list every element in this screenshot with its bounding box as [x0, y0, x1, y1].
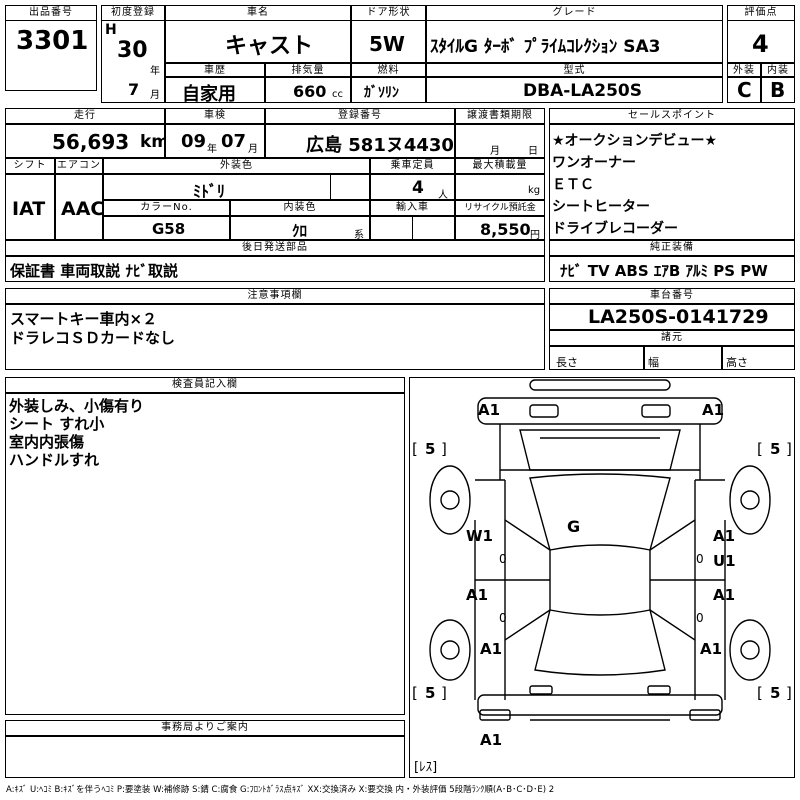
ac-label: エアコン: [55, 158, 103, 174]
sales-point: シートヒーター: [552, 199, 650, 215]
post-parts: 保証書 車両取説 ﾅﾋﾞ取説: [10, 262, 178, 280]
interior-grade: B: [770, 78, 786, 102]
inspection-month-unit: 月: [248, 144, 258, 155]
sales-point: ＥＴＣ: [552, 177, 594, 193]
first-reg-label: 初度登録: [101, 5, 165, 21]
door-label: ドア形状: [351, 5, 426, 21]
plate-number: 広島 581ヌ4430: [306, 135, 454, 156]
recycle-fee: 8,550: [480, 220, 531, 239]
lot-label: 出品番号: [5, 5, 97, 21]
import-divider: [412, 216, 413, 240]
legend: A:ｷｽﾞ U:ﾍｺﾐ B:ｷｽﾞを伴うﾍｺﾐ P:要塗装 W:補修跡 S:錆 …: [6, 785, 555, 795]
grade: ｽﾀｲﾙG ﾀｰﾎﾞ ﾌﾟﾗｲﾑｺﾚｸｼｮﾝ SA3: [430, 37, 661, 57]
dims-label: 諸元: [549, 330, 795, 346]
recycle-unit: 円: [530, 230, 540, 241]
transfer-month-unit: 月: [490, 146, 500, 157]
color-no-label: カラーNo.: [103, 200, 230, 216]
recycle-label: リサイクル預託金: [455, 200, 545, 216]
note-line: ドラレコＳＤカードなし: [10, 329, 176, 347]
inspector-label: 検査員記入欄: [5, 377, 405, 393]
plate-label: 登録番号: [265, 108, 455, 124]
max-load-unit: kg: [528, 185, 541, 196]
notes-label: 注意事項欄: [5, 288, 545, 304]
height-label: 高さ: [726, 356, 748, 369]
transfer-label: 譲渡書類期限: [455, 108, 545, 124]
car-name: キャスト: [225, 34, 314, 59]
office-cell: [5, 736, 405, 778]
chassis-number: LA250S-0141729: [588, 306, 769, 328]
model-label: 型式: [426, 63, 723, 77]
post-parts-label: 後日発送部品: [5, 240, 545, 256]
length-label: 長さ: [556, 356, 578, 369]
air-conditioner: AAC: [61, 198, 105, 220]
inspection-year: 09: [181, 131, 207, 152]
shift-label: シフト: [5, 158, 55, 174]
width-label: 幅: [648, 356, 659, 369]
import-label: 輸入車: [370, 200, 455, 216]
sales-point: ドライブレコーダー: [552, 221, 678, 237]
month-unit: 月: [150, 90, 160, 101]
chassis-label: 車台番号: [549, 288, 795, 304]
int-color-label: 内装色: [230, 200, 370, 216]
inspector-line: ハンドルすれ: [9, 451, 100, 469]
exterior-grade: C: [737, 78, 752, 102]
model: DBA-LA250S: [523, 81, 642, 101]
ext-color: ﾐﾄﾞﾘ: [193, 182, 226, 201]
displacement-unit: cc: [332, 89, 343, 100]
damage-diagram-frame: [409, 377, 795, 778]
sales-points-label: セールスポイント: [549, 108, 795, 124]
inspection-month: 07: [221, 131, 247, 152]
office-label: 事務局よりご案内: [5, 720, 405, 736]
equipment-label: 純正装備: [549, 240, 795, 256]
capacity: 4: [412, 178, 424, 198]
shift: IAT: [12, 198, 46, 220]
ext-color-divider: [330, 174, 331, 200]
mileage: 56,693: [52, 130, 130, 154]
int-color: ｸﾛ: [292, 222, 308, 240]
mileage-label: 走行: [5, 108, 165, 124]
lot-number: 3301: [16, 26, 89, 56]
ext-color-label: 外装色: [103, 158, 370, 174]
year: 30: [117, 38, 148, 63]
note-line: スマートキー車内×２: [10, 310, 158, 328]
grade-label: グレード: [426, 5, 723, 21]
car-name-label: 車名: [165, 5, 351, 21]
equipment: ﾅﾋﾞ TV ABS ｴｱB ｱﾙﾐ PS PW: [560, 262, 768, 280]
history: 自家用: [182, 84, 236, 105]
color-no: G58: [152, 220, 186, 238]
capacity-unit: 人: [438, 190, 448, 201]
max-load-label: 最大積載量: [455, 158, 545, 174]
inspection-label: 車検: [165, 108, 265, 124]
int-color-unit: 系: [354, 230, 364, 241]
interior-label: 内装: [761, 63, 795, 77]
year-unit: 年: [150, 66, 160, 77]
inspection-year-unit: 年: [207, 144, 217, 155]
fuel-label: 燃料: [351, 63, 426, 77]
capacity-label: 乗車定員: [370, 158, 455, 174]
door-type: 5W: [369, 32, 405, 56]
era: H: [105, 22, 117, 38]
history-label: 車歴: [165, 63, 265, 77]
sales-point: ワンオーナー: [552, 155, 636, 171]
sales-point: ★オークションデビュー★: [552, 133, 718, 149]
transfer-day-unit: 日: [528, 146, 538, 157]
fuel: ｶﾞｿﾘﾝ: [364, 85, 399, 101]
exterior-label: 外装: [727, 63, 761, 77]
score-label: 評価点: [727, 5, 795, 21]
displacement: 660: [293, 82, 327, 101]
score: 4: [752, 30, 769, 58]
displacement-label: 排気量: [265, 63, 351, 77]
month: 7: [128, 80, 140, 99]
